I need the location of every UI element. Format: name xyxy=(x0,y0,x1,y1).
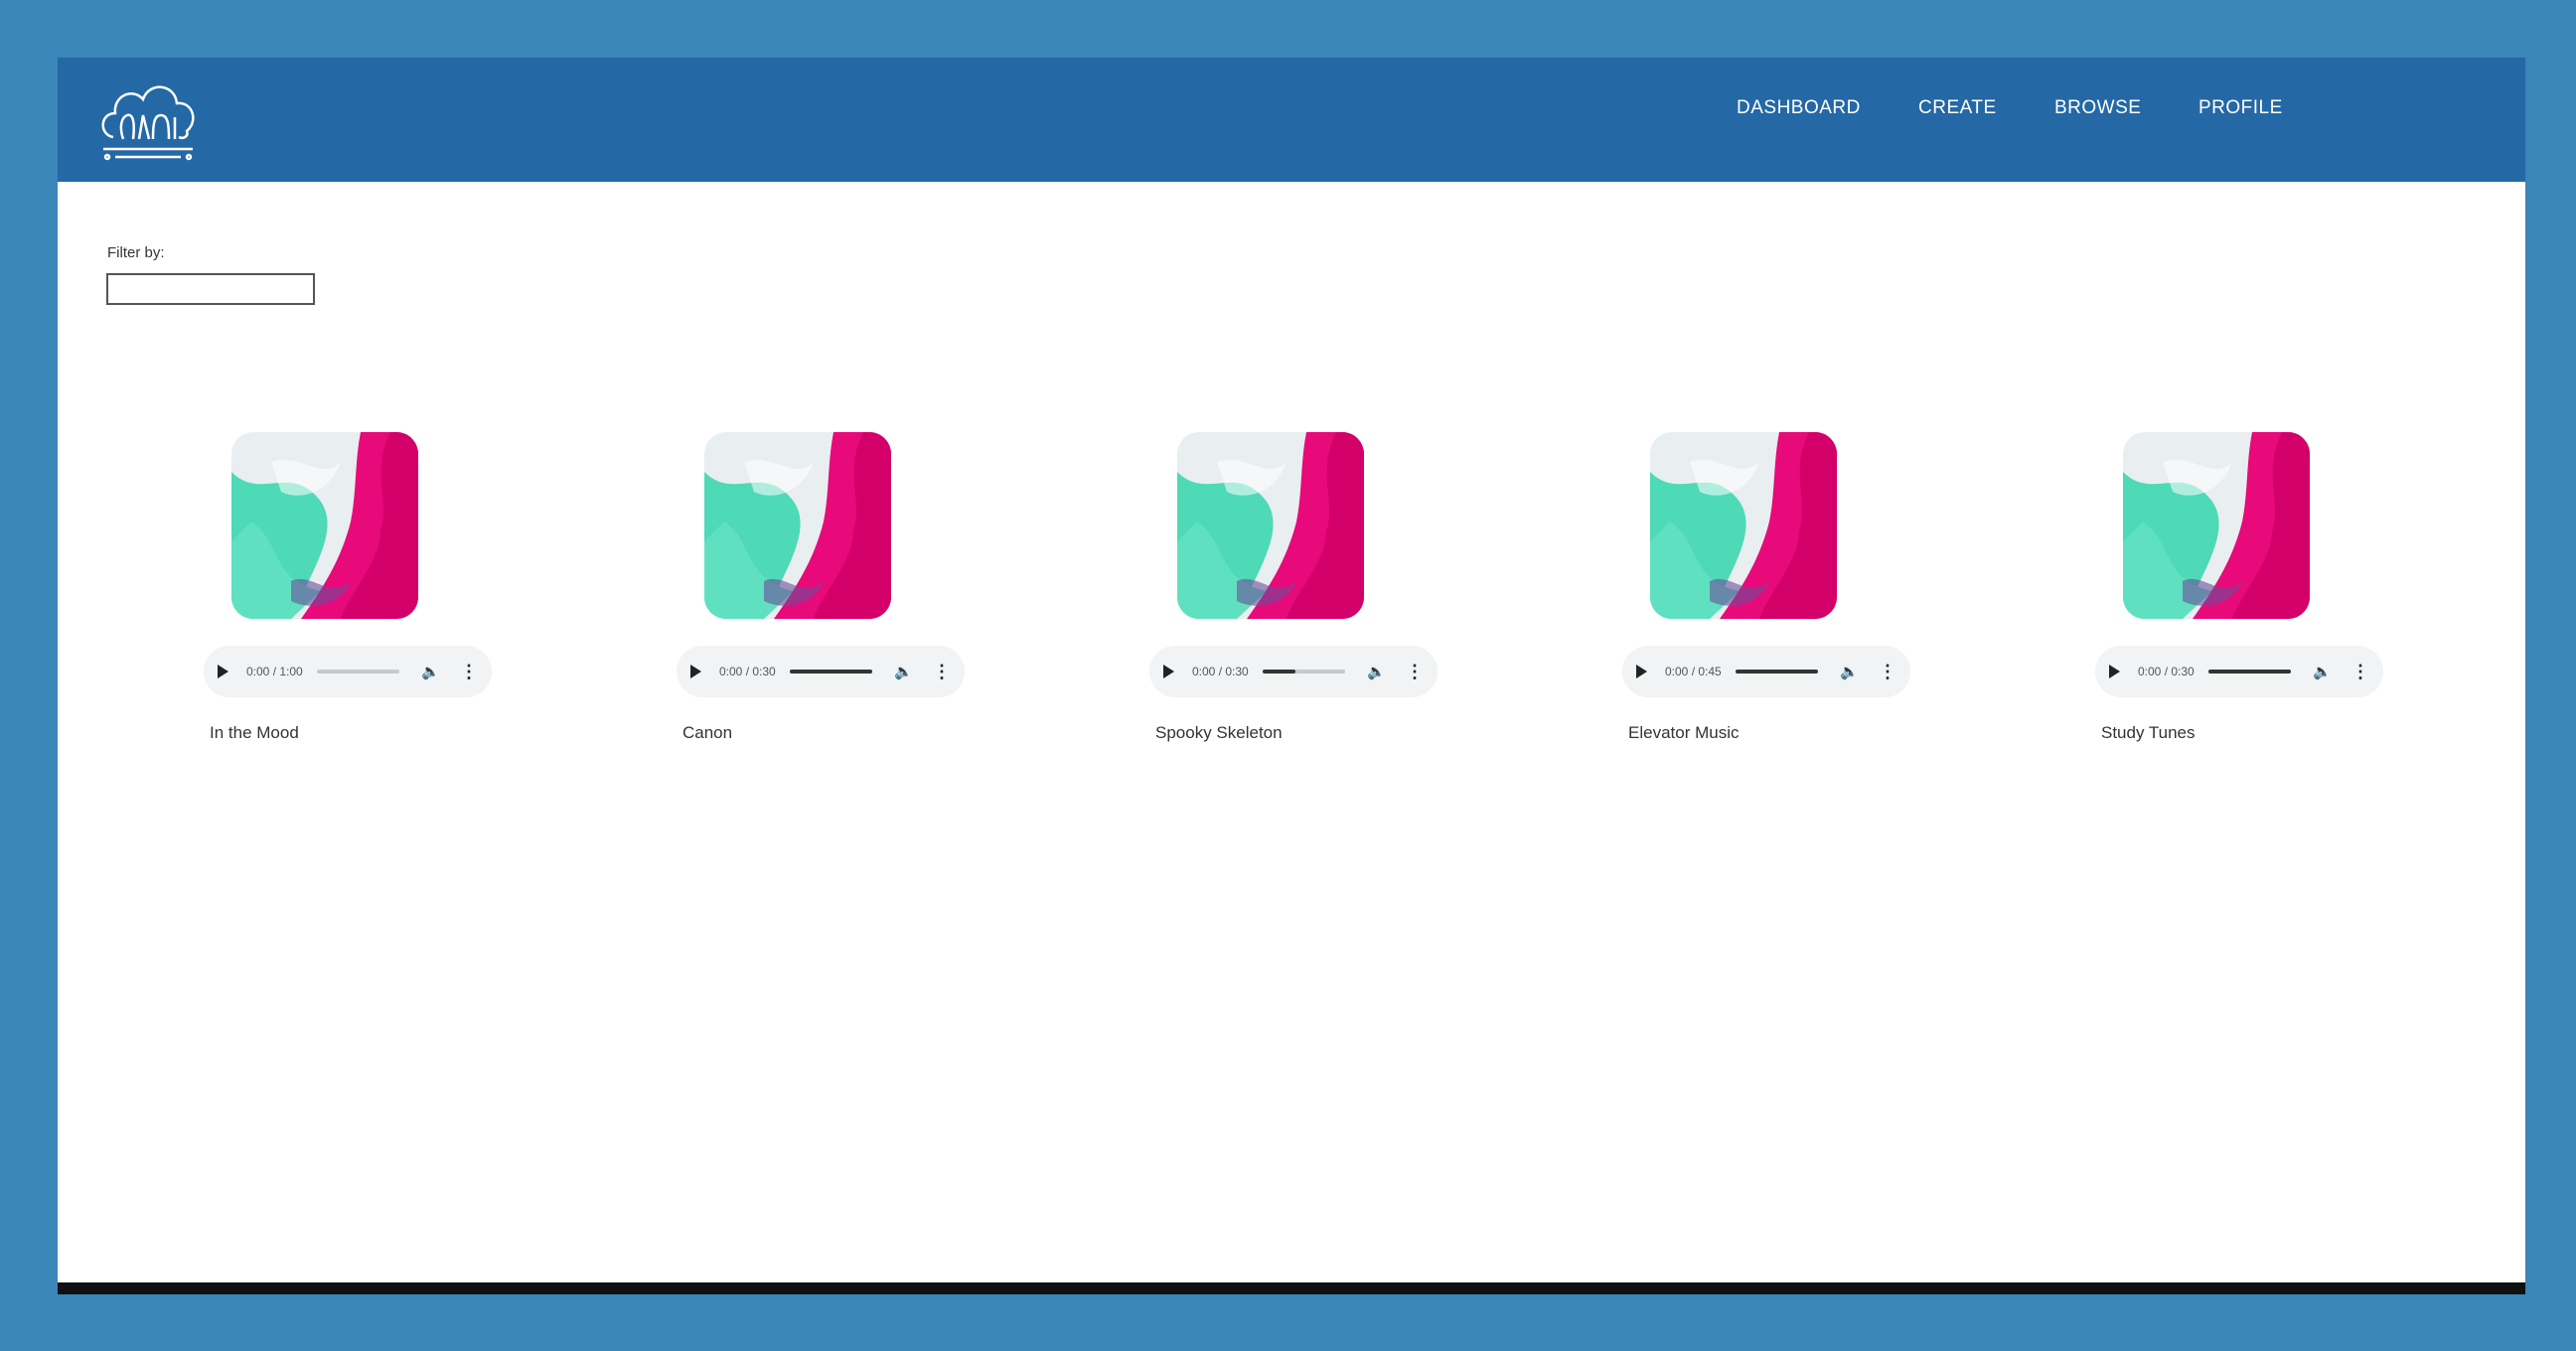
track-title: Elevator Music xyxy=(1628,723,1740,742)
more-options-icon[interactable]: ⋮ xyxy=(2351,662,2369,682)
progress-slider[interactable] xyxy=(1263,670,1346,674)
time-display: 0:00 / 0:30 xyxy=(1192,665,1249,678)
audio-player[interactable]: 0:00 / 0:45 🔈 ⋮ xyxy=(1622,646,1910,697)
more-options-icon[interactable]: ⋮ xyxy=(460,662,478,682)
time-display: 0:00 / 0:45 xyxy=(1665,665,1722,678)
track-card: 0:00 / 0:45 🔈 ⋮ Elevator Music xyxy=(1622,432,1920,742)
track-card: 0:00 / 0:30 🔈 ⋮ Spooky Skeleton xyxy=(1149,432,1447,742)
nav-create[interactable]: CREATE xyxy=(1918,97,1997,119)
album-cover xyxy=(704,432,891,619)
progress-slider[interactable] xyxy=(1736,670,1819,674)
volume-icon[interactable]: 🔈 xyxy=(421,663,440,680)
time-display: 0:00 / 0:30 xyxy=(719,665,776,678)
more-options-icon[interactable]: ⋮ xyxy=(933,662,951,682)
track-title: Study Tunes xyxy=(2101,723,2196,742)
time-display: 0:00 / 1:00 xyxy=(246,665,303,678)
navbar: DASHBOARD CREATE BROWSE PROFILE xyxy=(58,58,2525,182)
play-icon[interactable] xyxy=(2109,665,2120,678)
audio-player[interactable]: 0:00 / 0:30 🔈 ⋮ xyxy=(1149,646,1438,697)
more-options-icon[interactable]: ⋮ xyxy=(1406,662,1424,682)
audio-player[interactable]: 0:00 / 0:30 🔈 ⋮ xyxy=(677,646,965,697)
progress-slider[interactable] xyxy=(2208,670,2292,674)
album-cover xyxy=(1177,432,1364,619)
track-card: 0:00 / 0:30 🔈 ⋮ Canon xyxy=(677,432,975,742)
nav-dashboard[interactable]: DASHBOARD xyxy=(1737,97,1861,119)
album-cover xyxy=(231,432,418,619)
volume-icon[interactable]: 🔈 xyxy=(2313,663,2332,680)
play-icon[interactable] xyxy=(1636,665,1647,678)
filter-input[interactable] xyxy=(106,273,315,305)
bottom-bar xyxy=(58,1282,2525,1294)
play-icon[interactable] xyxy=(218,665,228,678)
logo-icon[interactable] xyxy=(93,72,203,167)
track-title: Spooky Skeleton xyxy=(1155,723,1283,742)
progress-slider[interactable] xyxy=(317,670,400,674)
nav-profile[interactable]: PROFILE xyxy=(2198,97,2283,119)
album-cover xyxy=(1650,432,1837,619)
album-cover xyxy=(2123,432,2310,619)
app-window: DASHBOARD CREATE BROWSE PROFILE Filter b… xyxy=(58,58,2525,1294)
track-card: 0:00 / 0:30 🔈 ⋮ Study Tunes xyxy=(2095,432,2393,742)
volume-icon[interactable]: 🔈 xyxy=(894,663,913,680)
volume-icon[interactable]: 🔈 xyxy=(1367,663,1386,680)
progress-slider[interactable] xyxy=(790,670,873,674)
track-title: In the Mood xyxy=(210,723,299,742)
play-icon[interactable] xyxy=(1163,665,1174,678)
audio-player[interactable]: 0:00 / 1:00 🔈 ⋮ xyxy=(204,646,492,697)
nav-browse[interactable]: BROWSE xyxy=(2054,97,2141,119)
track-card: 0:00 / 1:00 🔈 ⋮ In the Mood xyxy=(204,432,502,742)
play-icon[interactable] xyxy=(690,665,701,678)
audio-player[interactable]: 0:00 / 0:30 🔈 ⋮ xyxy=(2095,646,2383,697)
volume-icon[interactable]: 🔈 xyxy=(1840,663,1859,680)
track-title: Canon xyxy=(682,723,733,742)
filter-label: Filter by: xyxy=(107,244,165,261)
more-options-icon[interactable]: ⋮ xyxy=(1879,662,1896,682)
time-display: 0:00 / 0:30 xyxy=(2138,665,2195,678)
